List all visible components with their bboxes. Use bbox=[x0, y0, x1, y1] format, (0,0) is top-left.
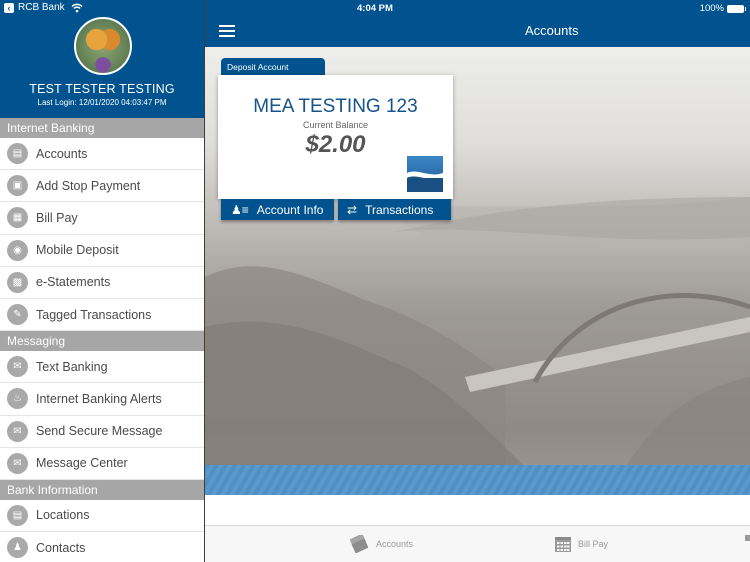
balance-label: Current Balance bbox=[302, 120, 369, 130]
battery-status: 100% bbox=[699, 3, 746, 14]
sidebar-item-label: Tagged Transactions bbox=[36, 307, 152, 322]
partial-tab-icon bbox=[745, 535, 750, 541]
tab-accounts[interactable]: Accounts bbox=[348, 535, 413, 553]
status-time: 4:04 PM bbox=[357, 3, 393, 14]
account-info-icon: ♟≡ bbox=[231, 202, 249, 217]
accounts-content: Deposit Account MEA TESTING 123 Current … bbox=[205, 47, 750, 525]
section-internet-banking: Internet Banking bbox=[0, 118, 204, 138]
menu-icon[interactable] bbox=[219, 25, 235, 37]
message-center-icon: ✉ bbox=[7, 452, 28, 474]
sidebar-item-add-stop-payment[interactable]: ▣ Add Stop Payment bbox=[0, 170, 204, 203]
envelope-icon: ✉ bbox=[7, 356, 28, 378]
sidebar-item-text-banking[interactable]: ✉ Text Banking bbox=[0, 351, 204, 384]
balance-value: $2.00 bbox=[305, 131, 366, 158]
battery-percent: 100% bbox=[699, 3, 724, 14]
camera-icon: ◉ bbox=[7, 239, 28, 261]
sidebar-item-label: Send Secure Message bbox=[36, 424, 163, 439]
decorative-wave-band bbox=[205, 465, 750, 495]
sidebar-item-e-statements[interactable]: ▩ e-Statements bbox=[0, 266, 204, 299]
avatar[interactable] bbox=[74, 17, 132, 75]
account-type-tab: Deposit Account bbox=[221, 58, 325, 76]
page-title: Accounts bbox=[525, 23, 579, 38]
content-footer-space bbox=[205, 495, 750, 525]
section-bank-information: Bank Information bbox=[0, 479, 204, 500]
calendar-icon bbox=[555, 537, 571, 552]
transactions-label: Transactions bbox=[365, 202, 434, 217]
main-panel: 4:04 PM 100% Accounts Deposit Account ME… bbox=[205, 0, 750, 562]
account-info-label: Account Info bbox=[256, 202, 324, 217]
sidebar-item-label: Add Stop Payment bbox=[36, 178, 141, 193]
sidebar-item-label: Contacts bbox=[36, 540, 86, 555]
sidebar-item-label: Internet Banking Alerts bbox=[36, 391, 162, 406]
sidebar-item-label: Locations bbox=[36, 508, 90, 523]
envelope-icon: ✉ bbox=[7, 420, 28, 442]
sidebar-item-accounts[interactable]: ▤ Accounts bbox=[0, 138, 204, 171]
account-name: MEA TESTING 123 bbox=[253, 96, 418, 117]
tab-more-partial[interactable] bbox=[745, 535, 750, 541]
section-messaging: Messaging bbox=[0, 331, 204, 352]
account-card[interactable]: MEA TESTING 123 Current Balance $2.00 bbox=[218, 75, 453, 199]
transfer-arrows-icon: ⇄ bbox=[347, 202, 358, 217]
bell-icon: ♨ bbox=[7, 388, 28, 410]
back-app-label: RCB Bank bbox=[18, 2, 65, 13]
back-to-app[interactable]: ‹ RCB Bank bbox=[4, 2, 83, 13]
sidebar-item-internet-banking-alerts[interactable]: ♨ Internet Banking Alerts bbox=[0, 383, 204, 416]
sidebar-item-label: e-Statements bbox=[36, 275, 111, 290]
tab-bill-pay-label: Bill Pay bbox=[578, 539, 609, 549]
sidebar-item-tagged-transactions[interactable]: ✎ Tagged Transactions bbox=[0, 298, 204, 332]
sidebar-item-locations[interactable]: ▤ Locations bbox=[0, 499, 204, 533]
calendar-icon: ▦ bbox=[7, 207, 28, 229]
sidebar-item-label: Accounts bbox=[36, 146, 88, 161]
sidebar-item-label: Mobile Deposit bbox=[36, 243, 119, 258]
account-info-button[interactable]: ♟≡ Account Info bbox=[221, 199, 334, 220]
sidebar-menu: ‹ RCB Bank TEST TESTER TESTING Last Logi… bbox=[0, 0, 205, 562]
nav-bar: 4:04 PM 100% Accounts bbox=[205, 0, 750, 47]
sidebar-item-message-center[interactable]: ✉ Message Center bbox=[0, 447, 204, 480]
contacts-icon: ♟ bbox=[7, 537, 28, 559]
sidebar-item-label: Message Center bbox=[36, 456, 128, 471]
tab-bill-pay[interactable]: Bill Pay bbox=[554, 535, 608, 553]
document-icon: ▣ bbox=[7, 175, 28, 197]
tab-accounts-label: Accounts bbox=[376, 539, 414, 549]
bank-building-icon: ▤ bbox=[7, 504, 28, 526]
tag-icon: ✎ bbox=[7, 304, 28, 326]
cards-icon bbox=[349, 535, 369, 553]
sidebar-item-label: Bill Pay bbox=[36, 210, 78, 225]
bank-logo-icon bbox=[407, 156, 443, 192]
bottom-tab-bar: Accounts Bill Pay bbox=[205, 525, 750, 562]
wifi-icon bbox=[71, 3, 83, 12]
app-root: ‹ RCB Bank TEST TESTER TESTING Last Logi… bbox=[0, 0, 750, 562]
sidebar-item-bill-pay[interactable]: ▦ Bill Pay bbox=[0, 202, 204, 235]
card-icon: ▤ bbox=[7, 143, 28, 165]
last-login: Last Login: 12/01/2020 04:03:47 PM bbox=[37, 98, 167, 107]
back-arrow-icon: ‹ bbox=[4, 2, 14, 13]
sidebar-item-contacts[interactable]: ♟ Contacts bbox=[0, 532, 204, 562]
sidebar-item-label: Text Banking bbox=[36, 359, 108, 374]
profile-header: ‹ RCB Bank TEST TESTER TESTING Last Logi… bbox=[0, 0, 204, 118]
sidebar-item-mobile-deposit[interactable]: ◉ Mobile Deposit bbox=[0, 234, 204, 267]
user-name: TEST TESTER TESTING bbox=[29, 82, 175, 96]
sidebar-item-send-secure-message[interactable]: ✉ Send Secure Message bbox=[0, 415, 204, 448]
transactions-button[interactable]: ⇄ Transactions bbox=[338, 199, 451, 220]
battery-icon bbox=[727, 4, 746, 13]
statement-icon: ▩ bbox=[7, 271, 28, 293]
